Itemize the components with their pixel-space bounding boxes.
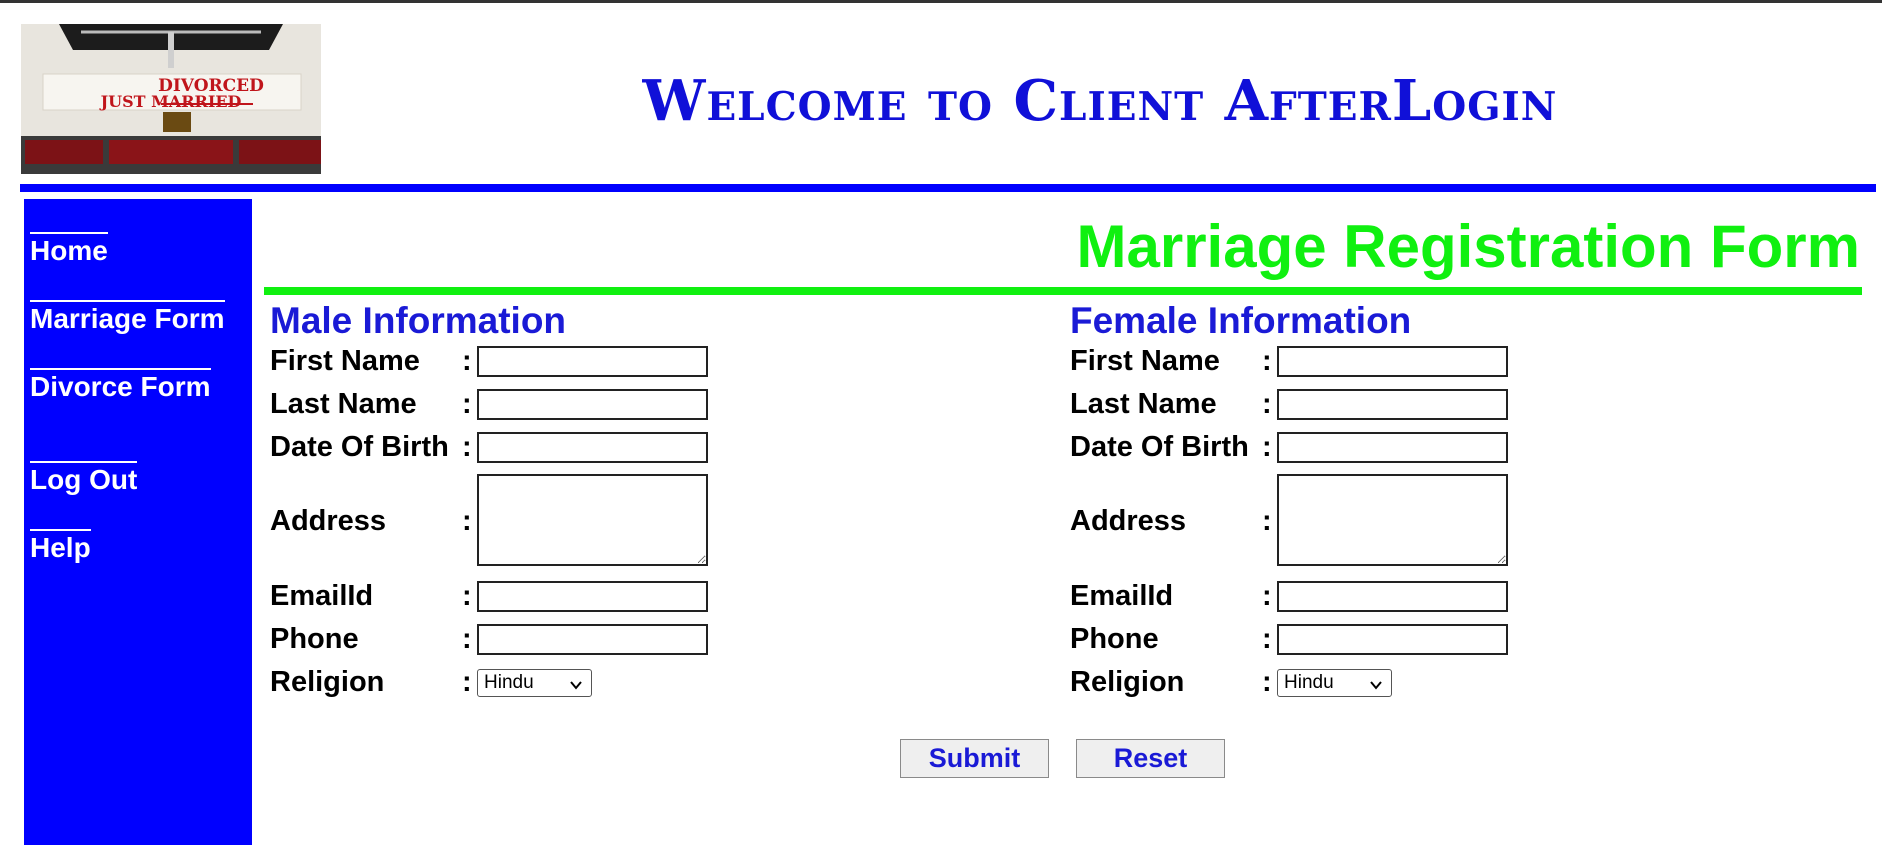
sidebar-nav: Home Marriage Form Divorce Form Log Out … (24, 199, 252, 845)
female-email-input[interactable] (1277, 581, 1508, 612)
field-colon: : (462, 345, 472, 377)
male-religion-select[interactable]: Hindu (477, 669, 592, 697)
field-colon: : (1262, 345, 1272, 377)
field-colon: : (462, 623, 472, 655)
field-label: Last Name (270, 388, 417, 420)
field-label: Religion (270, 666, 385, 698)
header-divider (20, 184, 1876, 192)
field-colon: : (1262, 623, 1272, 655)
sidebar-item-marriage-form[interactable]: Marriage Form (30, 300, 225, 336)
select-value: Hindu (1284, 672, 1334, 693)
field-colon: : (462, 431, 472, 463)
field-label: First Name (1070, 345, 1220, 377)
field-colon: : (462, 666, 472, 698)
male-last-name-input[interactable] (477, 389, 708, 420)
select-value: Hindu (484, 672, 534, 693)
chevron-down-icon (1369, 674, 1383, 700)
field-colon: : (462, 388, 472, 420)
male-info-heading: Male Information (270, 300, 567, 341)
field-colon: : (462, 505, 472, 537)
field-label: Date Of Birth (270, 431, 449, 463)
male-dob-input[interactable] (477, 432, 708, 463)
site-title: Welcome to Client AfterLogin (642, 68, 1558, 134)
form-title-divider (264, 287, 1862, 295)
female-address-textarea[interactable] (1277, 474, 1508, 566)
field-colon: : (1262, 505, 1272, 537)
chevron-down-icon (569, 674, 583, 700)
field-colon: : (1262, 388, 1272, 420)
field-label: Last Name (1070, 388, 1217, 420)
field-colon: : (1262, 431, 1272, 463)
field-label: Address (1070, 505, 1187, 537)
logo-image: DIVORCED JUST MARRIED (21, 24, 321, 174)
female-religion-select[interactable]: Hindu (1277, 669, 1392, 697)
field-label: Religion (1070, 666, 1185, 698)
female-info-heading: Female Information (1070, 300, 1412, 341)
field-colon: : (1262, 580, 1272, 612)
male-email-input[interactable] (477, 581, 708, 612)
submit-button[interactable]: Submit (900, 739, 1049, 778)
field-label: Phone (270, 623, 359, 655)
field-label: EmailId (270, 580, 374, 612)
form-title: Marriage Registration Form (1076, 213, 1861, 280)
window-top-border (0, 0, 1882, 3)
sidebar-item-home[interactable]: Home (30, 232, 108, 268)
field-label: First Name (270, 345, 420, 377)
male-first-name-input[interactable] (477, 346, 708, 377)
field-label: EmailId (1070, 580, 1174, 612)
female-dob-input[interactable] (1277, 432, 1508, 463)
female-first-name-input[interactable] (1277, 346, 1508, 377)
field-colon: : (462, 580, 472, 612)
sidebar-item-help[interactable]: Help (30, 529, 91, 565)
field-label: Phone (1070, 623, 1159, 655)
reset-button[interactable]: Reset (1076, 739, 1225, 778)
female-info-section: Female Information First Name : Last Nam… (1064, 300, 1664, 698)
sidebar-item-log-out[interactable]: Log Out (30, 461, 138, 497)
field-label: Address (270, 505, 387, 537)
logo-sign-bottom: JUST MARRIED (99, 92, 242, 111)
male-info-section: Male Information First Name : Last Name … (264, 300, 864, 698)
female-phone-input[interactable] (1277, 624, 1508, 655)
male-address-textarea[interactable] (477, 474, 708, 566)
field-colon: : (1262, 666, 1272, 698)
male-phone-input[interactable] (477, 624, 708, 655)
field-label: Date Of Birth (1070, 431, 1249, 463)
sidebar-item-divorce-form[interactable]: Divorce Form (30, 368, 211, 404)
female-last-name-input[interactable] (1277, 389, 1508, 420)
